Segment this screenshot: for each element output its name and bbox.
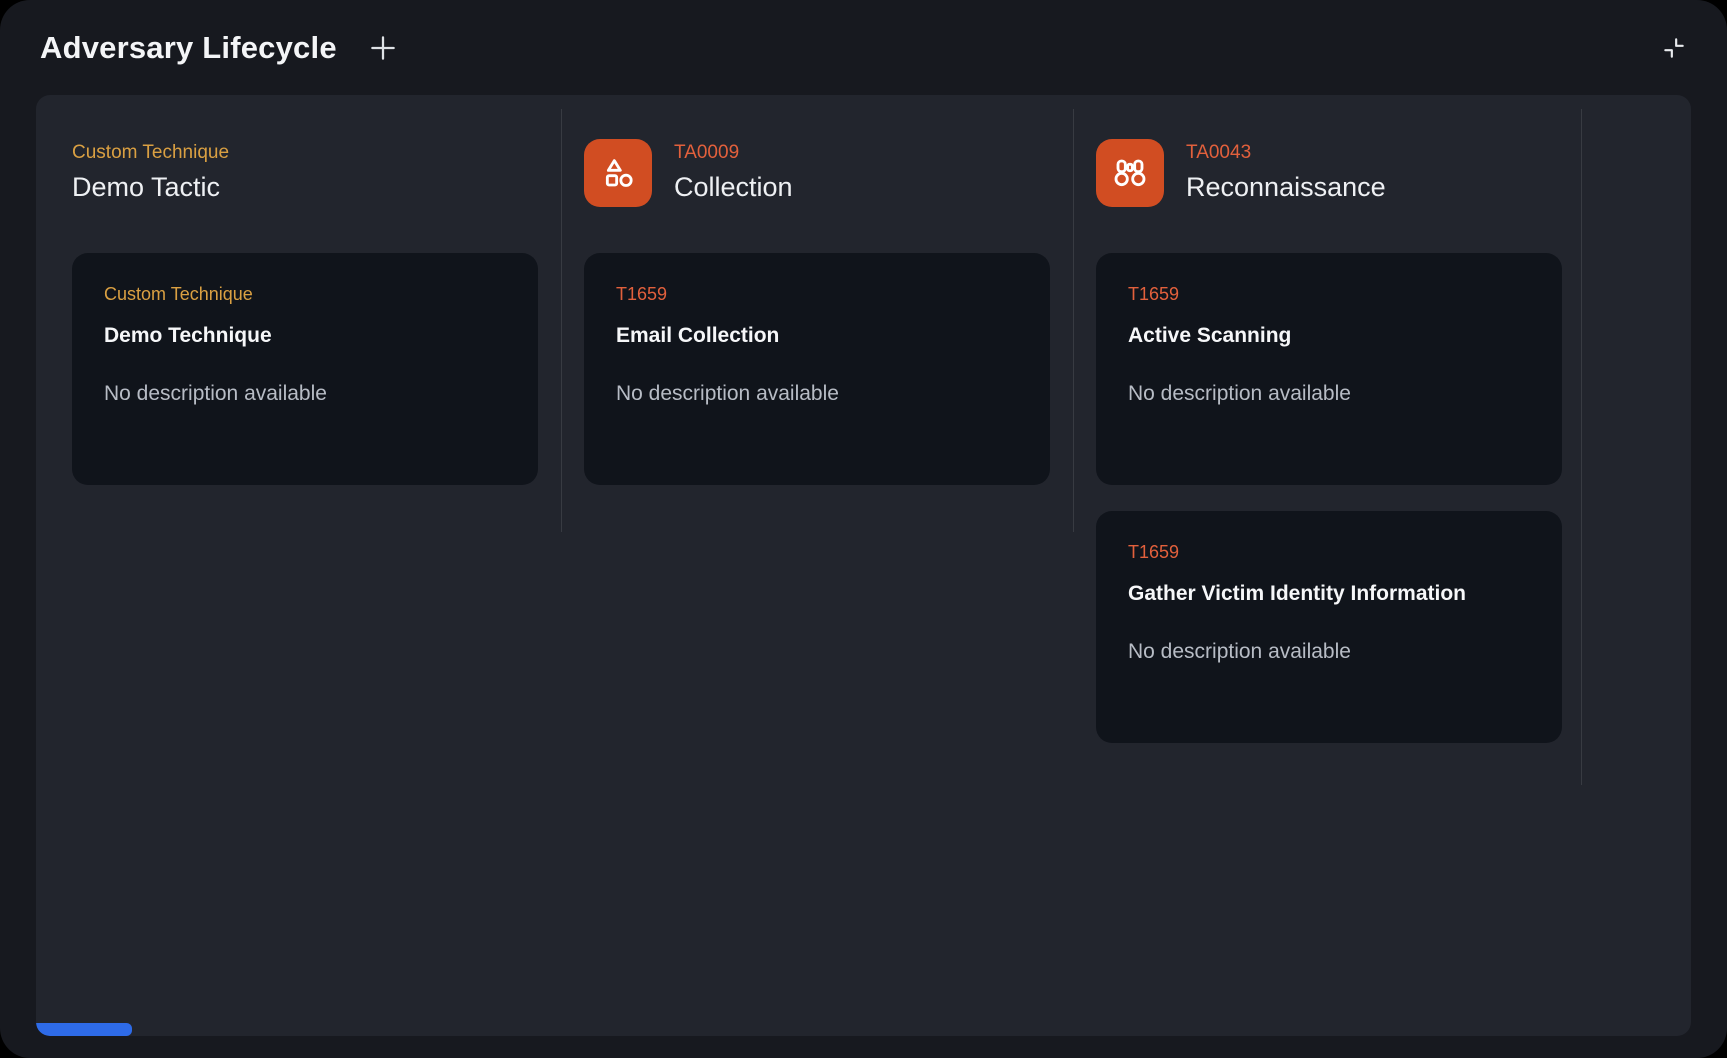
column-divider	[1581, 109, 1582, 785]
column-name: Reconnaissance	[1186, 171, 1386, 203]
column-collection: TA0009 Collection T1659 Email Collection…	[584, 139, 1050, 511]
horizontal-scrollbar-thumb[interactable]	[36, 1023, 132, 1036]
column-cards: T1659 Active Scanning No description ava…	[1096, 253, 1562, 743]
column-code: TA0009	[674, 143, 793, 162]
column-header: TA0009 Collection	[584, 139, 1050, 207]
column-reconnaissance: TA0043 Reconnaissance T1659 Active Scann…	[1096, 139, 1562, 769]
column-header: TA0043 Reconnaissance	[1096, 139, 1562, 207]
header: Adversary Lifecycle	[0, 0, 1727, 95]
card-description: No description available	[104, 380, 506, 407]
plus-icon	[367, 32, 399, 64]
adversary-lifecycle-window: Adversary Lifecycle	[0, 0, 1727, 1058]
shapes-icon	[584, 139, 652, 207]
card-title: Active Scanning	[1128, 323, 1530, 348]
column-name: Demo Tactic	[72, 171, 229, 203]
column-code: TA0043	[1186, 143, 1386, 162]
card-description: No description available	[1128, 638, 1530, 665]
lifecycle-board: Custom Technique Demo Tactic Custom Tech…	[36, 95, 1691, 1036]
binoculars-icon	[1096, 139, 1164, 207]
technique-card-demo-technique[interactable]: Custom Technique Demo Technique No descr…	[72, 253, 538, 485]
technique-card-gather-victim-identity-information[interactable]: T1659 Gather Victim Identity Information…	[1096, 511, 1562, 743]
card-code: T1659	[1128, 543, 1530, 561]
card-code: T1659	[1128, 285, 1530, 303]
column-header: Custom Technique Demo Tactic	[72, 139, 538, 207]
column-cards: T1659 Email Collection No description av…	[584, 253, 1050, 485]
lifecycle-board-panel: Custom Technique Demo Tactic Custom Tech…	[36, 95, 1691, 1036]
column-name: Collection	[674, 171, 793, 203]
column-code: Custom Technique	[72, 143, 229, 162]
card-title: Demo Technique	[104, 323, 506, 348]
column-divider	[1073, 109, 1074, 532]
column-demo-tactic: Custom Technique Demo Tactic Custom Tech…	[72, 139, 538, 511]
card-title: Email Collection	[616, 323, 1018, 348]
technique-card-active-scanning[interactable]: T1659 Active Scanning No description ava…	[1096, 253, 1562, 485]
column-divider	[561, 109, 562, 532]
card-title: Gather Victim Identity Information	[1128, 581, 1530, 606]
card-code: Custom Technique	[104, 285, 506, 303]
card-description: No description available	[616, 380, 1018, 407]
page-title: Adversary Lifecycle	[40, 30, 337, 66]
column-cards: Custom Technique Demo Technique No descr…	[72, 253, 538, 485]
card-code: T1659	[616, 285, 1018, 303]
card-description: No description available	[1128, 380, 1530, 407]
technique-card-email-collection[interactable]: T1659 Email Collection No description av…	[584, 253, 1050, 485]
collapse-corners-icon	[1661, 35, 1687, 61]
add-button[interactable]	[367, 32, 399, 64]
collapse-button[interactable]	[1661, 35, 1687, 61]
